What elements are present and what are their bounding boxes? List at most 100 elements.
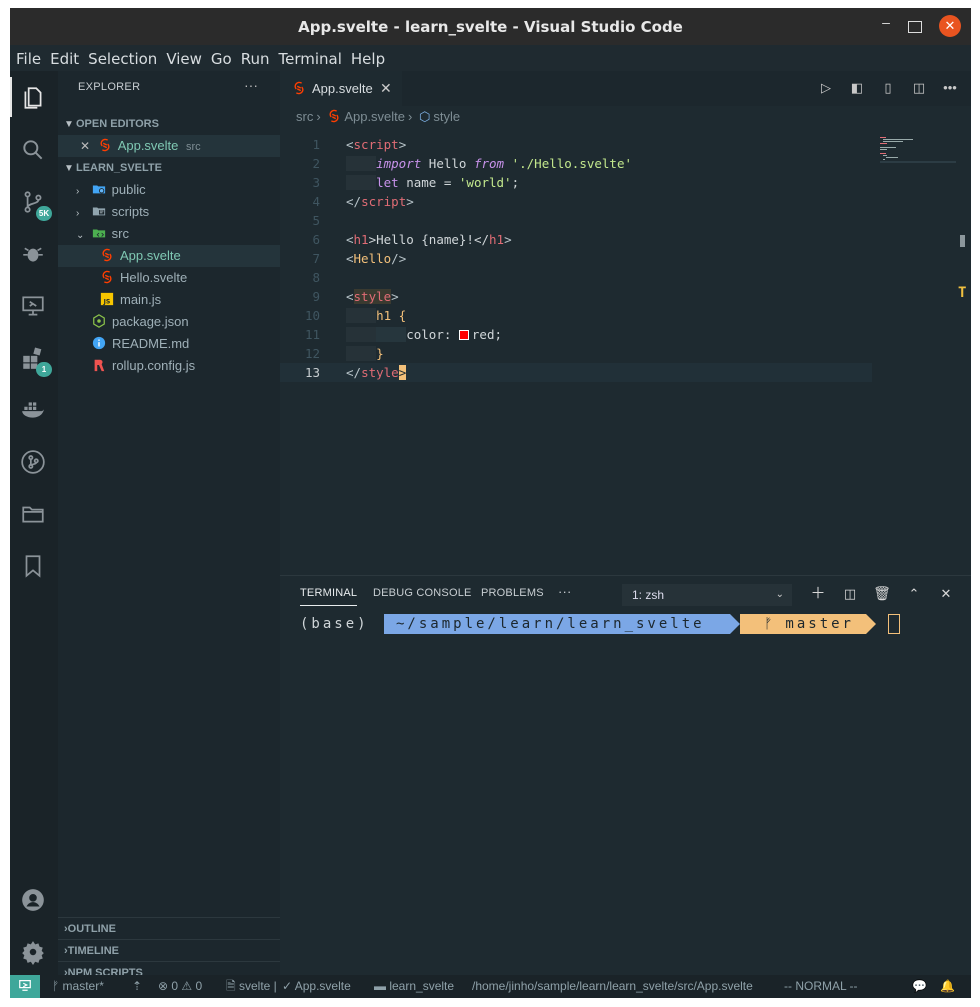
prompt-git: ᚠ master xyxy=(740,614,866,634)
code-line: 2 import Hello from './Hello.svelte' xyxy=(312,156,633,171)
git-graph-icon[interactable] xyxy=(20,449,48,477)
menu-terminal[interactable]: Terminal xyxy=(273,45,345,68)
terminal-output[interactable]: (base) ~/sample/learn/learn_svelte ᚠ mast… xyxy=(300,614,900,634)
extensions-icon[interactable]: 1 xyxy=(20,345,52,377)
tree-item-scripts[interactable]: › scripts xyxy=(58,201,280,223)
tree-item-label: README.md xyxy=(112,336,190,351)
minimize-button[interactable]: – xyxy=(876,14,896,30)
breadcrumb-symbol[interactable]: style xyxy=(433,109,460,124)
tree-item-package-json[interactable]: package.json xyxy=(58,311,280,333)
breadcrumb-src[interactable]: src xyxy=(296,109,313,124)
close-editor-icon[interactable]: ✕ xyxy=(80,139,90,153)
svelte-icon xyxy=(100,138,110,152)
compare-icon[interactable]: ◧ xyxy=(846,80,868,96)
status-language[interactable]: 🗎 svelte | xyxy=(226,975,277,998)
more-actions-icon[interactable]: ••• xyxy=(939,80,961,95)
bookmarks-icon[interactable] xyxy=(20,553,48,581)
debug-icon[interactable] xyxy=(20,241,48,269)
status-branch[interactable]: ᚠ master* xyxy=(52,975,104,998)
menu-selection[interactable]: Selection xyxy=(82,45,160,68)
terminal-cursor xyxy=(888,614,900,634)
prompt-separator xyxy=(730,614,740,634)
tree-item-app-svelte[interactable]: App.svelte xyxy=(58,245,280,267)
close-window-button[interactable]: ✕ xyxy=(939,15,961,37)
tree-item-public[interactable]: › public xyxy=(58,179,280,201)
docker-icon[interactable] xyxy=(20,397,48,425)
menu-edit[interactable]: Edit xyxy=(44,45,82,68)
tree-item-main-js[interactable]: JS main.js xyxy=(58,289,280,311)
terminal-select-value: 1: zsh xyxy=(632,588,665,602)
tree-item-label: src xyxy=(111,226,129,241)
status-file[interactable]: ✓ App.svelte xyxy=(282,975,351,998)
terminal-select[interactable]: 1: zsh ⌄ xyxy=(622,584,792,606)
feedback-icon[interactable]: 💬 xyxy=(912,975,927,998)
file-icon: 🗎 xyxy=(226,979,239,993)
menu-file[interactable]: File xyxy=(10,45,44,68)
tree-item-readme[interactable]: README.md xyxy=(58,333,280,355)
overview-ruler-marker: T xyxy=(958,285,967,301)
chevron-right-icon: › xyxy=(76,208,80,219)
menu-help[interactable]: Help xyxy=(345,45,388,68)
tab-terminal[interactable]: TERMINAL xyxy=(300,587,358,606)
search-icon[interactable] xyxy=(20,137,48,165)
timeline-section[interactable]: ›TIMELINE xyxy=(58,939,280,961)
split-editor-icon[interactable]: ◫ xyxy=(908,80,930,96)
status-problems[interactable]: ⊗ 0 ⚠ 0 xyxy=(158,975,202,998)
settings-gear-icon[interactable] xyxy=(20,939,48,967)
color-swatch[interactable] xyxy=(458,330,469,340)
project-manager-icon[interactable] xyxy=(20,501,48,529)
extensions-badge: 1 xyxy=(36,362,52,377)
notifications-bell-icon[interactable]: 🔔 xyxy=(940,975,955,998)
activity-bar: 5K 1 xyxy=(10,71,58,975)
window-title: App.svelte - learn_svelte - Visual Studi… xyxy=(298,18,683,36)
project-section[interactable]: ▼ LEARN_SVELTE xyxy=(58,157,280,179)
menu-view[interactable]: View xyxy=(160,45,205,68)
source-control-icon[interactable]: 5K xyxy=(20,189,52,221)
breadcrumb: src › App.svelte › ⬡ style xyxy=(296,109,463,125)
outline-section[interactable]: ›OUTLINE xyxy=(58,917,280,939)
prompt-separator xyxy=(866,614,876,634)
code-line: 10 h1 { xyxy=(304,308,407,323)
code-line: 7 <Hello/> xyxy=(312,251,407,266)
menu-go[interactable]: Go xyxy=(205,45,235,68)
run-icon[interactable]: ▷ xyxy=(815,80,837,96)
tree-item-hello-svelte[interactable]: Hello.svelte xyxy=(58,267,280,289)
open-preview-icon[interactable]: ▯ xyxy=(877,80,899,96)
maximize-button[interactable] xyxy=(908,21,922,33)
info-icon xyxy=(92,336,106,350)
tab-label: App.svelte xyxy=(312,81,373,96)
tab-problems[interactable]: PROBLEMS xyxy=(481,587,544,599)
remote-explorer-icon[interactable] xyxy=(20,293,48,321)
terminal-env: (base) xyxy=(300,616,369,632)
new-terminal-icon[interactable]: ＋ xyxy=(806,582,830,603)
split-terminal-icon[interactable]: ◫ xyxy=(838,586,862,602)
menu-run[interactable]: Run xyxy=(235,45,273,68)
editor-scrollbar[interactable] xyxy=(960,235,965,247)
status-path[interactable]: /home/jinho/sample/learn/learn_svelte/sr… xyxy=(472,975,753,998)
trash-icon[interactable]: 🗑 xyxy=(870,585,894,602)
tree-item-src[interactable]: ⌄ src xyxy=(58,223,280,245)
open-editors-label: OPEN EDITORS xyxy=(76,118,159,130)
breadcrumb-file[interactable]: App.svelte xyxy=(344,109,405,124)
sync-icon[interactable]: ⇡ xyxy=(132,975,142,998)
close-panel-icon[interactable]: ✕ xyxy=(934,586,958,602)
remote-indicator-icon[interactable] xyxy=(10,975,40,998)
tab-close-icon[interactable]: ✕ xyxy=(380,71,392,106)
panel-actions: ＋ ◫ 🗑 ⌃ ✕ xyxy=(806,582,966,603)
panel-more-button[interactable]: ··· xyxy=(558,584,572,599)
open-editor-item[interactable]: ✕ App.svelte src xyxy=(58,135,280,157)
minimap[interactable] xyxy=(880,135,956,175)
tree-item-rollup-config[interactable]: rollup.config.js xyxy=(58,355,280,377)
accounts-icon[interactable] xyxy=(20,887,48,915)
svelte-icon xyxy=(102,248,112,262)
explorer-icon[interactable] xyxy=(20,85,48,113)
svelte-icon xyxy=(294,81,304,95)
code-editor[interactable]: 1 <script> 2 import Hello from './Hello.s… xyxy=(280,135,880,382)
tab-app-svelte[interactable]: App.svelte ✕ xyxy=(280,71,402,106)
error-icon: ⊗ xyxy=(158,979,172,993)
maximize-panel-icon[interactable]: ⌃ xyxy=(902,586,926,602)
explorer-more-button[interactable]: ··· xyxy=(244,77,258,93)
open-editors-section[interactable]: ▼ OPEN EDITORS xyxy=(58,113,280,135)
status-folder[interactable]: ▬ learn_svelte xyxy=(374,975,454,998)
tab-debug-console[interactable]: DEBUG CONSOLE xyxy=(373,587,472,599)
